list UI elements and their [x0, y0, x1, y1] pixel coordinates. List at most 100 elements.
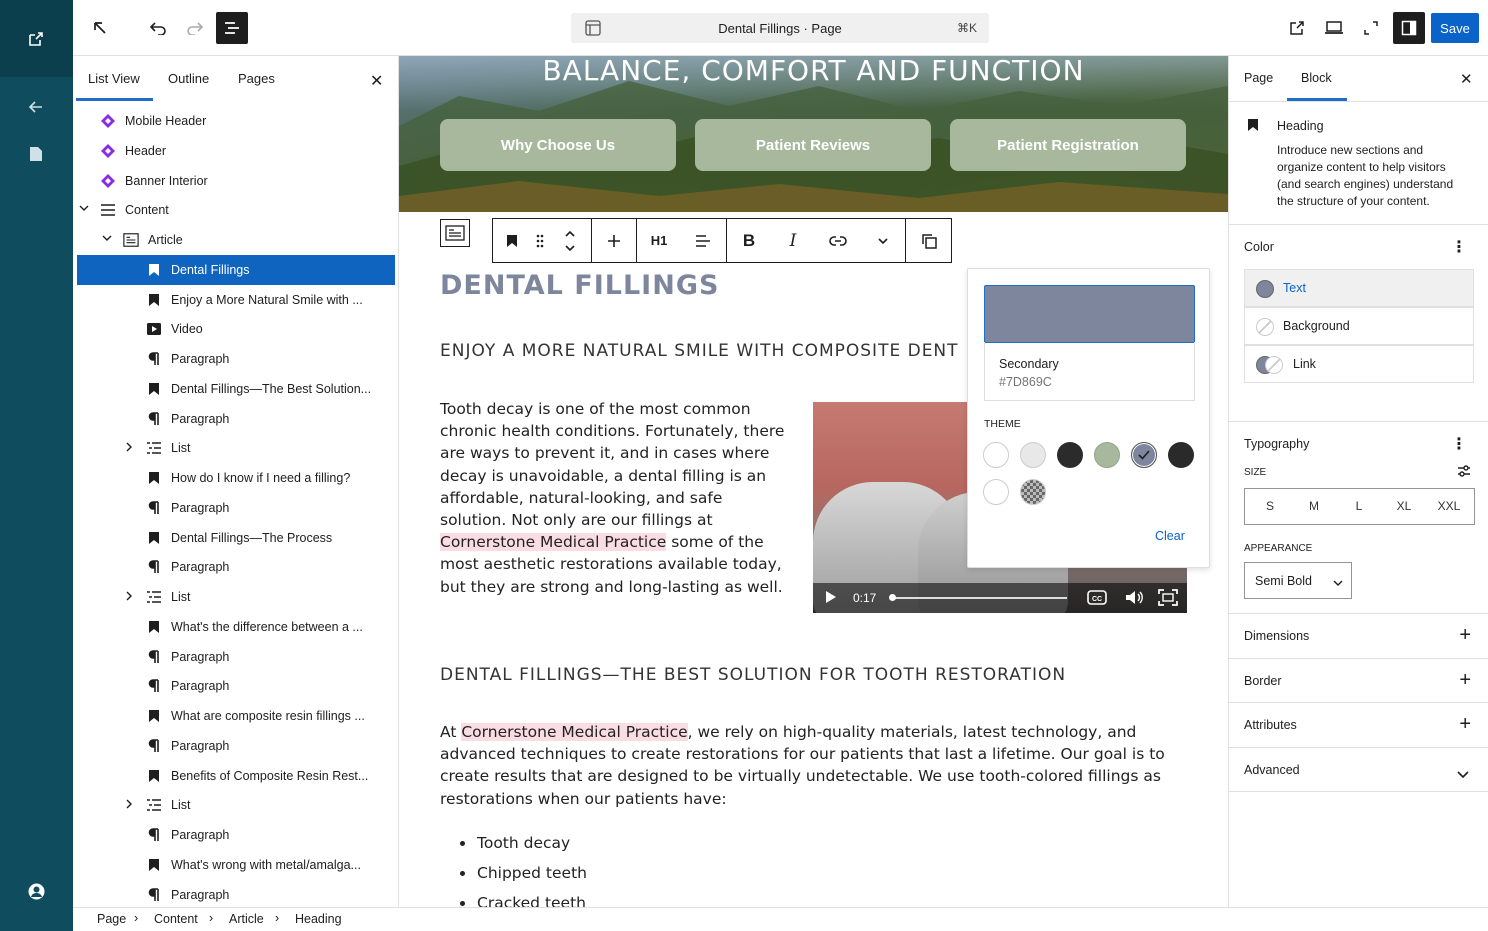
list-item-paragraph[interactable]: Paragraph	[77, 493, 395, 523]
chevron-right-icon[interactable]	[125, 799, 133, 812]
theme-color-dark[interactable]	[1057, 442, 1083, 468]
list-item-dental-fillings-the-best-solution[interactable]: Dental Fillings—The Best Solution...	[77, 374, 395, 404]
list-item-paragraph[interactable]: Paragraph	[77, 404, 395, 434]
list-item-list[interactable]: List	[77, 433, 395, 463]
attributes-panel[interactable]: Attributes +	[1229, 702, 1488, 747]
body-paragraph[interactable]: At Cornerstone Medical Practice, we rely…	[440, 721, 1185, 810]
theme-color-secondary[interactable]	[1131, 442, 1157, 468]
theme-color-black[interactable]	[1168, 442, 1194, 468]
list-item-paragraph[interactable]: Paragraph	[77, 671, 395, 701]
list-item-header[interactable]: Header	[77, 136, 395, 166]
link-icon[interactable]	[815, 219, 861, 262]
selected-color-swatch[interactable]	[984, 285, 1195, 343]
color-item-background[interactable]: Background	[1244, 307, 1474, 345]
list-item-list[interactable]: List	[77, 790, 395, 820]
view-page-external-icon[interactable]	[1281, 12, 1313, 44]
close-panel-icon[interactable]: ✕	[370, 71, 383, 91]
add-block-icon[interactable]	[592, 219, 636, 262]
subheading[interactable]: ENJOY A MORE NATURAL SMILE WITH COMPOSIT…	[440, 341, 959, 361]
theme-color-white[interactable]	[983, 442, 1009, 468]
size-s[interactable]: S	[1248, 489, 1292, 523]
tab-outline[interactable]: Outline	[168, 71, 209, 86]
list-item-what-s-wrong-with-metal-amalga[interactable]: What's wrong with metal/amalga...	[77, 850, 395, 880]
settings-sidebar-icon[interactable]	[1393, 12, 1425, 44]
tab-page[interactable]: Page	[1244, 71, 1273, 85]
size-l[interactable]: L	[1337, 489, 1381, 523]
size-m[interactable]: M	[1292, 489, 1336, 523]
list-item-list[interactable]: List	[77, 582, 395, 612]
breadcrumb-page[interactable]: Page	[97, 912, 126, 926]
list-item-benefits-of-composite-resin-rest[interactable]: Benefits of Composite Resin Rest...	[77, 761, 395, 791]
heading-level-button[interactable]: H1	[637, 219, 681, 262]
view-site-icon[interactable]	[26, 29, 46, 49]
chevron-down-icon[interactable]	[1457, 766, 1469, 784]
page-icon[interactable]	[26, 144, 46, 164]
align-text-icon[interactable]	[681, 219, 725, 262]
tab-block[interactable]: Block	[1301, 71, 1332, 85]
list-item-what-s-the-difference-between-a[interactable]: What's the difference between a ...	[77, 612, 395, 642]
add-attributes-icon[interactable]: +	[1459, 714, 1471, 734]
breadcrumb-content[interactable]: Content	[154, 912, 198, 926]
add-border-icon[interactable]: +	[1459, 670, 1471, 690]
custom-size-settings-icon[interactable]	[1457, 464, 1471, 482]
list-item-how-do-i-know-if-i-need-a-filling[interactable]: How do I know if I need a filling?	[77, 463, 395, 493]
chevron-right-icon[interactable]	[125, 591, 133, 604]
list-item-paragraph[interactable]: Paragraph	[77, 880, 395, 910]
list-item-dental-fillings[interactable]: Dental Fillings	[77, 254, 395, 285]
move-up-down-icon[interactable]	[557, 219, 583, 262]
list-item-dental-fillings-the-process[interactable]: Dental Fillings—The Process	[77, 523, 395, 553]
list-item-mobile-header[interactable]: Mobile Header	[77, 106, 395, 136]
add-dimensions-icon[interactable]: +	[1459, 625, 1471, 645]
volume-icon[interactable]	[1125, 590, 1143, 608]
list-item-paragraph[interactable]: Paragraph	[77, 552, 395, 582]
chevron-down-icon[interactable]	[102, 234, 112, 245]
theme-color-white-2[interactable]	[983, 479, 1009, 505]
more-formats-chevron-icon[interactable]	[861, 219, 905, 262]
conditions-list[interactable]: Tooth decay Chipped teeth Cracked teeth	[458, 832, 587, 907]
tab-list-view[interactable]: List View	[88, 71, 140, 86]
list-item-article[interactable]: Article	[77, 225, 395, 255]
section-heading[interactable]: DENTAL FILLINGS—THE BEST SOLUTION FOR TO…	[440, 665, 1066, 685]
fullscreen-video-icon[interactable]	[1158, 589, 1178, 609]
color-item-link[interactable]: Link	[1244, 345, 1474, 383]
list-item-banner-interior[interactable]: Banner Interior	[77, 166, 395, 196]
chevron-down-icon[interactable]	[79, 204, 89, 215]
advanced-panel[interactable]: Advanced	[1229, 747, 1488, 792]
breadcrumb-heading[interactable]: Heading	[295, 912, 342, 926]
device-preview-icon[interactable]	[1318, 12, 1350, 44]
select-parent-block-icon[interactable]	[440, 219, 470, 247]
list-item-what-are-composite-resin-fillings[interactable]: What are composite resin fillings ...	[77, 701, 395, 731]
block-inserter-arrow-icon[interactable]	[84, 12, 116, 44]
fullscreen-icon[interactable]	[1355, 12, 1387, 44]
theme-color-light-gray[interactable]	[1020, 442, 1046, 468]
bold-icon[interactable]: B	[727, 219, 771, 262]
theme-color-transparent[interactable]	[1020, 479, 1046, 505]
captions-icon[interactable]: CC	[1087, 590, 1107, 608]
appearance-select[interactable]: Semi Bold	[1244, 562, 1352, 599]
heading-block-icon[interactable]	[499, 219, 525, 262]
undo-icon[interactable]	[142, 12, 174, 44]
intro-paragraph[interactable]: Tooth decay is one of the most common ch…	[440, 398, 790, 598]
user-avatar-icon[interactable]	[26, 881, 46, 901]
command-palette[interactable]: Dental Fillings · Page ⌘K	[571, 13, 989, 43]
page-heading[interactable]: DENTAL FILLINGS	[440, 270, 719, 301]
list-item-paragraph[interactable]: Paragraph	[77, 344, 395, 374]
list-item-paragraph[interactable]: Paragraph	[77, 642, 395, 672]
typography-options-menu-icon[interactable]: ⋮	[1451, 434, 1467, 454]
list-item-video[interactable]: Video	[77, 314, 395, 344]
progress-handle[interactable]	[889, 594, 896, 601]
color-options-menu-icon[interactable]: ⋮	[1451, 237, 1467, 257]
list-item-enjoy-a-more-natural-smile-with[interactable]: Enjoy a More Natural Smile with ...	[77, 285, 395, 315]
tab-pages[interactable]: Pages	[238, 71, 275, 86]
border-panel[interactable]: Border +	[1229, 658, 1488, 703]
document-overview-icon[interactable]	[216, 12, 248, 44]
size-xxl[interactable]: XXL	[1427, 489, 1471, 523]
italic-icon[interactable]: I	[771, 219, 815, 262]
redo-icon[interactable]	[179, 12, 211, 44]
why-choose-us-button[interactable]: Why Choose Us	[440, 119, 676, 171]
drag-handle-icon[interactable]	[529, 219, 551, 262]
video-progress-bar[interactable]	[891, 597, 1067, 599]
clear-color-button[interactable]: Clear	[1155, 529, 1185, 543]
list-item-paragraph[interactable]: Paragraph	[77, 731, 395, 761]
patient-reviews-button[interactable]: Patient Reviews	[695, 119, 931, 171]
